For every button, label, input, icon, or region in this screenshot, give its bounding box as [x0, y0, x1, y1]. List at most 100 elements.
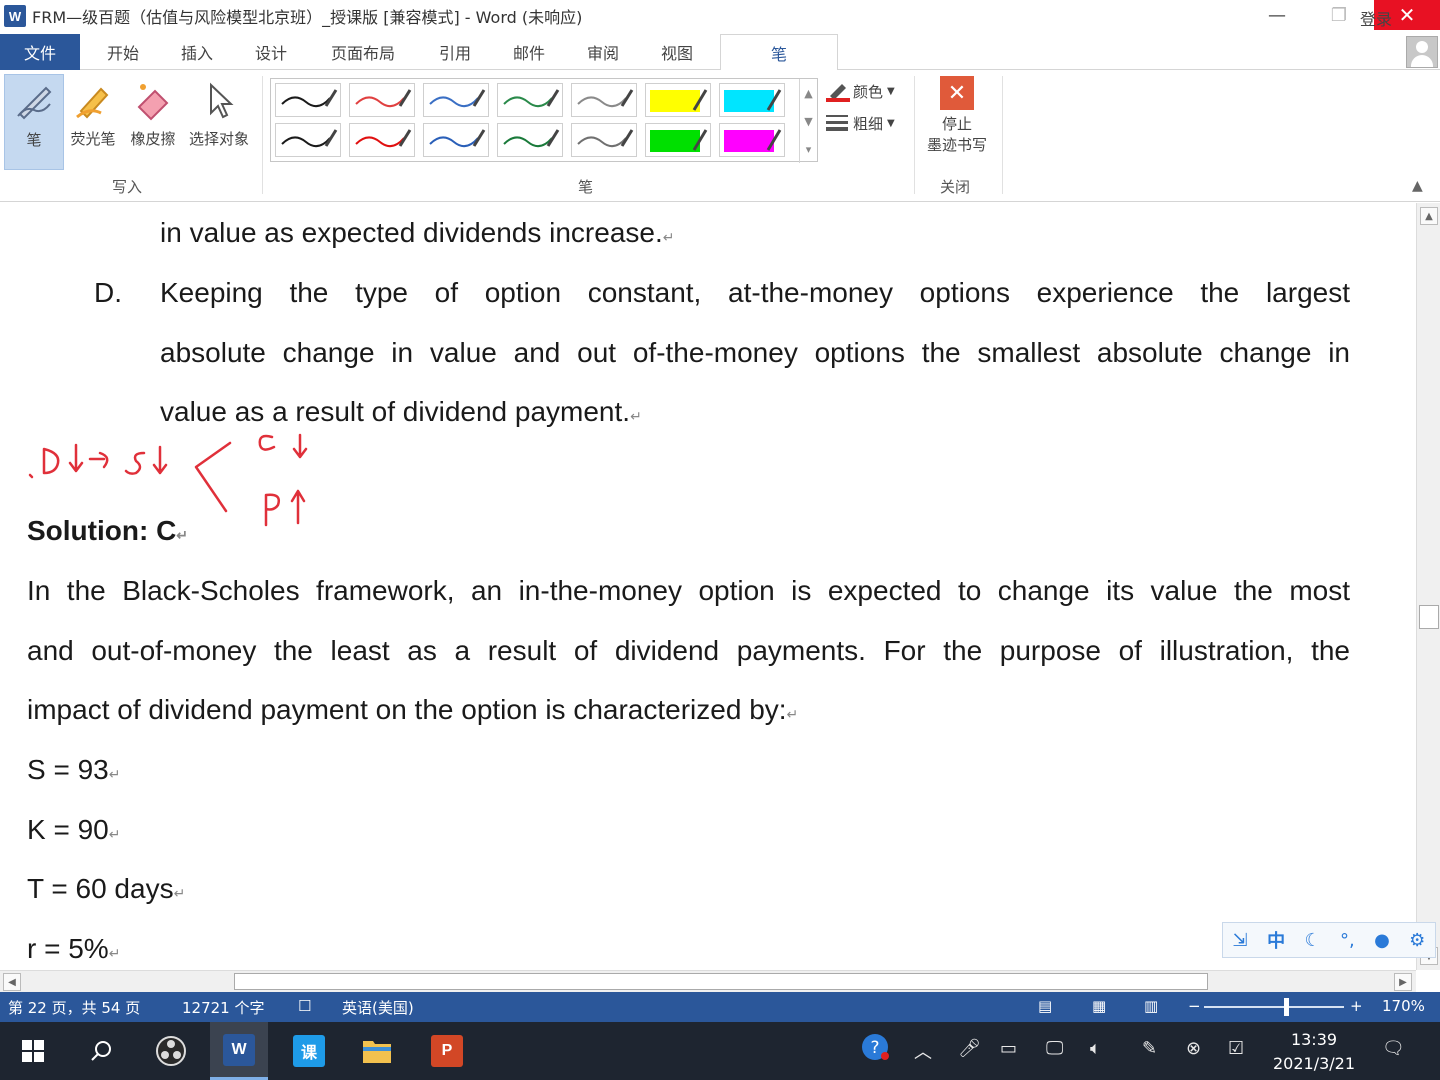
option-d-line: absolute change in value and out of-the-… [160, 337, 1350, 368]
word-logo-icon: W [223, 1033, 255, 1066]
param-line: r = 5%↵ [27, 933, 120, 965]
scroll-up-arrow-icon[interactable]: ▲ [1420, 207, 1438, 225]
option-d-line: Keeping the type of option constant, at-… [160, 277, 1350, 308]
zoom-level[interactable]: 170% [1382, 997, 1425, 1015]
eraser-icon [128, 74, 178, 128]
ime-settings-icon[interactable]: ⚙ [1409, 930, 1425, 951]
stop-inking-button[interactable]: ✕ 停止 墨迹书写 [916, 76, 998, 156]
paragraph-mark: ↵ [630, 408, 642, 424]
param-line: S = 93↵ [27, 754, 120, 786]
scroll-left-arrow-icon[interactable]: ◀ [3, 973, 21, 991]
horizontal-scroll-thumb[interactable] [234, 973, 1208, 990]
doc-text: r = 5% [27, 933, 109, 964]
minimize-button[interactable]: — [1246, 0, 1308, 30]
language-indicator[interactable]: 英语(美国) [342, 997, 414, 1018]
ime-switch-icon[interactable]: ⇲ [1233, 930, 1248, 951]
write-group-label: 写入 [112, 178, 143, 196]
zoom-out-icon[interactable]: − [1188, 997, 1201, 1015]
scroll-down-icon[interactable]: ▼ [804, 115, 812, 128]
tab-pen[interactable]: 笔 [720, 34, 838, 71]
color-dropdown[interactable]: 颜色 ▼ [826, 78, 895, 104]
read-mode-icon[interactable]: ▤ [1038, 997, 1052, 1015]
volume-icon[interactable]: 🔈︎ [1090, 1038, 1101, 1059]
explanation-line: and out-of-money the least as a result o… [27, 635, 1350, 666]
proofing-icon[interactable]: ☐ [298, 997, 311, 1015]
classroom-app-icon[interactable]: 课 [280, 1022, 338, 1080]
pen-preset-11[interactable] [497, 123, 563, 157]
tab-insert[interactable]: 插入 [174, 34, 220, 70]
pen-preset-3[interactable] [423, 83, 489, 117]
user-avatar-icon[interactable] [1406, 36, 1438, 68]
paragraph-mark: ↵ [662, 229, 675, 245]
file-explorer-icon[interactable] [348, 1022, 406, 1080]
pen-preset-9[interactable] [349, 123, 415, 157]
scroll-up-icon[interactable]: ▲ [804, 87, 812, 100]
tab-home[interactable]: 开始 [100, 34, 146, 70]
network-icon[interactable]: 🖵︎ [1046, 1038, 1063, 1059]
pen-preset-2[interactable] [349, 83, 415, 117]
collapse-ribbon-icon[interactable]: ▲ [1412, 178, 1423, 194]
eraser-button[interactable]: 橡皮擦 [124, 74, 182, 170]
word-app-icon[interactable]: W [4, 5, 26, 27]
vertical-scroll-thumb[interactable] [1419, 605, 1439, 629]
word-taskbar-icon[interactable]: W [210, 1022, 268, 1080]
tab-design[interactable]: 设计 [248, 34, 294, 70]
pen-preset-14[interactable] [719, 123, 785, 157]
tab-view[interactable]: 视图 [654, 34, 700, 70]
select-objects-button[interactable]: 选择对象 [182, 74, 256, 170]
highlighter-icon [68, 74, 118, 128]
ime-user-icon[interactable]: ● [1374, 930, 1390, 951]
ime-chinese-mode[interactable]: 中 [1267, 927, 1285, 953]
zoom-slider[interactable] [1204, 1006, 1344, 1008]
tab-file[interactable]: 文件 [0, 34, 80, 70]
clock-date: 2021/3/21 [1272, 1054, 1356, 1073]
pen-preset-10[interactable] [423, 123, 489, 157]
microphone-icon[interactable]: 🎤︎ [958, 1038, 981, 1059]
tab-references[interactable]: 引用 [432, 34, 478, 70]
pen-preset-13[interactable] [645, 123, 711, 157]
word-count[interactable]: 12721 个字 [182, 997, 265, 1018]
show-hidden-icons-icon[interactable]: ︿ [914, 1038, 932, 1064]
vertical-scrollbar[interactable]: ▲ ▼ [1416, 203, 1440, 970]
web-layout-icon[interactable]: ▥ [1144, 997, 1158, 1015]
search-icon[interactable] [72, 1022, 130, 1080]
document-page[interactable]: in value as expected dividends increase.… [0, 203, 1416, 970]
pen-preset-6[interactable] [645, 83, 711, 117]
ime-punctuation-icon[interactable]: °, [1340, 930, 1355, 951]
help-icon[interactable]: ? [860, 1034, 890, 1067]
blocked-icon[interactable]: ⊗ [1186, 1038, 1201, 1059]
obs-app-icon[interactable] [142, 1022, 200, 1080]
pen-preset-5[interactable] [571, 83, 637, 117]
checkbox-app-icon[interactable]: ☑ [1228, 1038, 1244, 1059]
zoom-in-icon[interactable]: + [1350, 997, 1363, 1015]
tab-review[interactable]: 审阅 [580, 34, 626, 70]
weight-dropdown[interactable]: 粗细 ▼ [826, 110, 895, 136]
pen-preset-8[interactable] [275, 123, 341, 157]
powerpoint-taskbar-icon[interactable]: P [418, 1022, 476, 1080]
pen-gallery[interactable]: ▲ ▼ ▾ [270, 78, 818, 163]
action-center-icon[interactable]: 🗨︎ [1382, 1038, 1405, 1059]
zoom-slider-thumb[interactable] [1284, 998, 1289, 1016]
page-count[interactable]: 第 22 页，共 54 页 [8, 997, 140, 1018]
battery-icon[interactable]: ▭ [1000, 1038, 1017, 1059]
pen-preset-4[interactable] [497, 83, 563, 117]
tab-mailings[interactable]: 邮件 [506, 34, 552, 70]
horizontal-scrollbar[interactable]: ◀ ▶ [0, 970, 1416, 992]
pen-preset-12[interactable] [571, 123, 637, 157]
paragraph-mark: ↵ [108, 945, 121, 961]
gallery-scroll[interactable]: ▲ ▼ ▾ [799, 79, 817, 163]
tab-page-layout[interactable]: 页面布局 [322, 34, 404, 70]
ime-moon-icon[interactable]: ☾ [1304, 930, 1320, 951]
pen-workspace-icon[interactable]: ✎ [1142, 1038, 1157, 1059]
pen-preset-7[interactable] [719, 83, 785, 117]
start-button[interactable] [4, 1022, 62, 1080]
pen-tool-button[interactable]: 笔 [4, 74, 64, 170]
print-layout-icon[interactable]: ▦ [1092, 997, 1106, 1015]
login-link[interactable]: 登录 [1360, 6, 1392, 30]
system-clock[interactable]: 13:39 2021/3/21 [1268, 1028, 1360, 1076]
pen-preset-1[interactable] [275, 83, 341, 117]
expand-gallery-icon[interactable]: ▾ [806, 143, 812, 156]
highlighter-button[interactable]: 荧光笔 [64, 74, 122, 170]
taskbar: W 课 P ? ︿ 🎤︎ ▭ 🖵︎ 🔈︎ ✎ ⊗ ☑ 13:39 2021/3/… [0, 1022, 1440, 1080]
scroll-right-arrow-icon[interactable]: ▶ [1394, 973, 1412, 991]
